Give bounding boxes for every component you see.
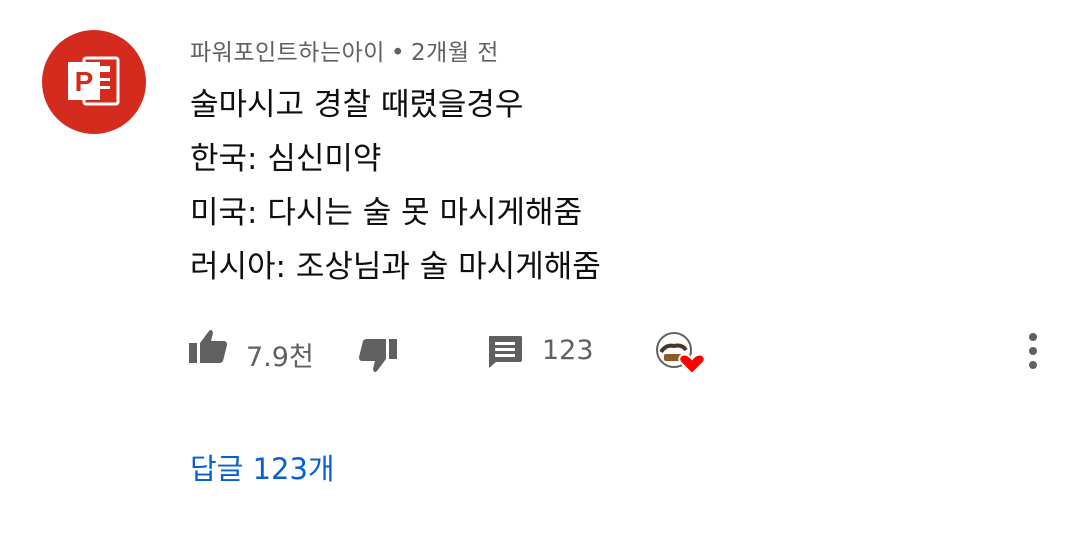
- reply-count: 123: [542, 335, 594, 366]
- comment-line: 러시아: 조상님과 술 마시게해줌: [190, 249, 601, 285]
- view-replies-button[interactable]: 답글 123개: [190, 446, 335, 488]
- author-avatar[interactable]: P: [42, 30, 146, 134]
- more-vertical-icon[interactable]: [1026, 332, 1040, 370]
- comment-line: 술마시고 경찰 때렸을경우: [190, 87, 524, 123]
- comment-icon[interactable]: [486, 334, 524, 370]
- comment-actions: 7.9천 123: [0, 324, 1080, 380]
- powerpoint-logo-icon: P: [68, 56, 120, 106]
- thumbs-up-icon[interactable]: [188, 328, 228, 366]
- creator-heart-icon: [656, 332, 706, 376]
- comment-header: 파워포인트하는아이 • 2개월 전: [190, 33, 499, 67]
- author-name[interactable]: 파워포인트하는아이: [190, 40, 385, 66]
- like-count: 7.9천: [246, 342, 314, 373]
- comment-line: 한국: 심신미약: [190, 141, 382, 177]
- separator-dot: •: [390, 40, 406, 66]
- svg-text:P: P: [75, 66, 94, 97]
- comment-time[interactable]: 2개월 전: [411, 40, 499, 66]
- comment-body: 술마시고 경찰 때렸을경우 한국: 심신미약 미국: 다시는 술 못 마시게해줌…: [190, 78, 1010, 294]
- comment-line: 미국: 다시는 술 못 마시게해줌: [190, 195, 583, 231]
- thumbs-down-icon[interactable]: [358, 336, 398, 374]
